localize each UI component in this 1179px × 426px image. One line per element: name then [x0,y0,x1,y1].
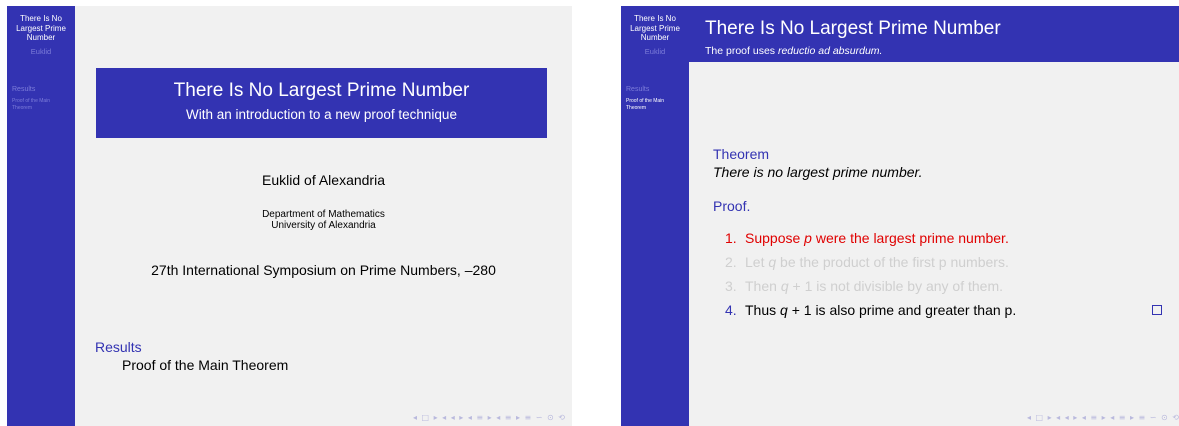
step-number: 3. [725,278,737,294]
institute-university: University of Alexandria [271,220,376,231]
frame-subtitle-emph: reductio ad absurdum. [777,45,883,57]
step-variable: p [804,230,812,246]
step-text: Let [745,254,769,270]
sidebar-author[interactable]: Euklid [7,47,75,56]
institute: Department of Mathematics University of … [75,209,572,231]
frame-title-bar: There Is No Largest Prime Number The pro… [689,6,1179,62]
step-text: Suppose [745,230,805,246]
proof-label: Proof. [713,198,751,214]
frame-subtitle: The proof uses reductio ad absurdum. [705,45,882,57]
step-text: + 1 is also prime and greater than p. [787,302,1017,318]
proof-step-3: 3. Then q + 1 is not divisible by any of … [725,278,1135,302]
sidebar-subsection-proof[interactable]: Proof of the Main Theorem [626,98,684,111]
step-text: be the product of the first p numbers. [776,254,1009,270]
step-variable: q [768,254,777,270]
sidebar-subsection-proof[interactable]: Proof of the Main Theorem [12,98,70,111]
step-variable: q [780,278,789,294]
conference: 27th International Symposium on Prime Nu… [151,262,496,278]
proof-steps: 1. Suppose p were the largest prime numbe… [725,230,1162,326]
proof-slide: There Is No Largest Prime Number Euklid … [621,6,1179,426]
navigation-symbols[interactable]: ◂ □ ▸ ◂ ◂ ▸ ◂ ≡ ▸ ◂ ≡ ▸ ≡ ∽ ⊙ ⟲ [1027,413,1179,422]
step-number: 1. [725,230,737,246]
step-text: Thus [745,302,781,318]
slide-subtitle: With an introduction to a new proof tech… [186,107,457,122]
frame-subtitle-prefix: The proof uses [705,45,778,57]
toc-subsection-proof[interactable]: Proof of the Main Theorem [122,357,288,373]
proof-step-4: 4. Thus q + 1 is also prime and greater t… [725,302,1162,326]
navigation-symbols[interactable]: ◂ □ ▸ ◂ ◂ ▸ ◂ ≡ ▸ ◂ ≡ ▸ ≡ ∽ ⊙ ⟲ [413,413,566,422]
author: Euklid of Alexandria [262,172,385,188]
toc-section-results[interactable]: Results [95,339,142,355]
step-text: were the largest prime number. [811,230,1009,246]
slide-title: There Is No Largest Prime Number [173,80,470,101]
qed-square-icon [1152,305,1162,315]
step-number: 4. [725,302,737,318]
theorem-text: There is no largest prime number. [713,164,923,180]
sidebar-title[interactable]: There Is No Largest Prime Number [7,6,75,43]
step-variable: q [780,302,788,318]
step-text: Then [745,278,781,294]
sidebar: There Is No Largest Prime Number Euklid … [7,6,75,426]
theorem-label: Theorem [713,146,770,162]
proof-step-2: 2. Let q be the product of the first p nu… [725,254,1135,278]
step-number: 2. [725,254,737,270]
proof-step-1: 1. Suppose p were the largest prime numbe… [725,230,1135,254]
institute-department: Department of Mathematics [262,209,385,220]
sidebar: There Is No Largest Prime Number Euklid … [621,6,689,426]
sidebar-author[interactable]: Euklid [621,47,689,56]
sidebar-section-results[interactable]: Results [626,86,649,93]
title-box: There Is No Largest Prime Number With an… [96,68,547,138]
sidebar-title[interactable]: There Is No Largest Prime Number [621,6,689,43]
frame-title: There Is No Largest Prime Number [705,18,1001,39]
title-slide: There Is No Largest Prime Number Euklid … [7,6,572,426]
step-text: + 1 is not divisible by any of them. [788,278,1003,294]
sidebar-section-results[interactable]: Results [12,86,35,93]
